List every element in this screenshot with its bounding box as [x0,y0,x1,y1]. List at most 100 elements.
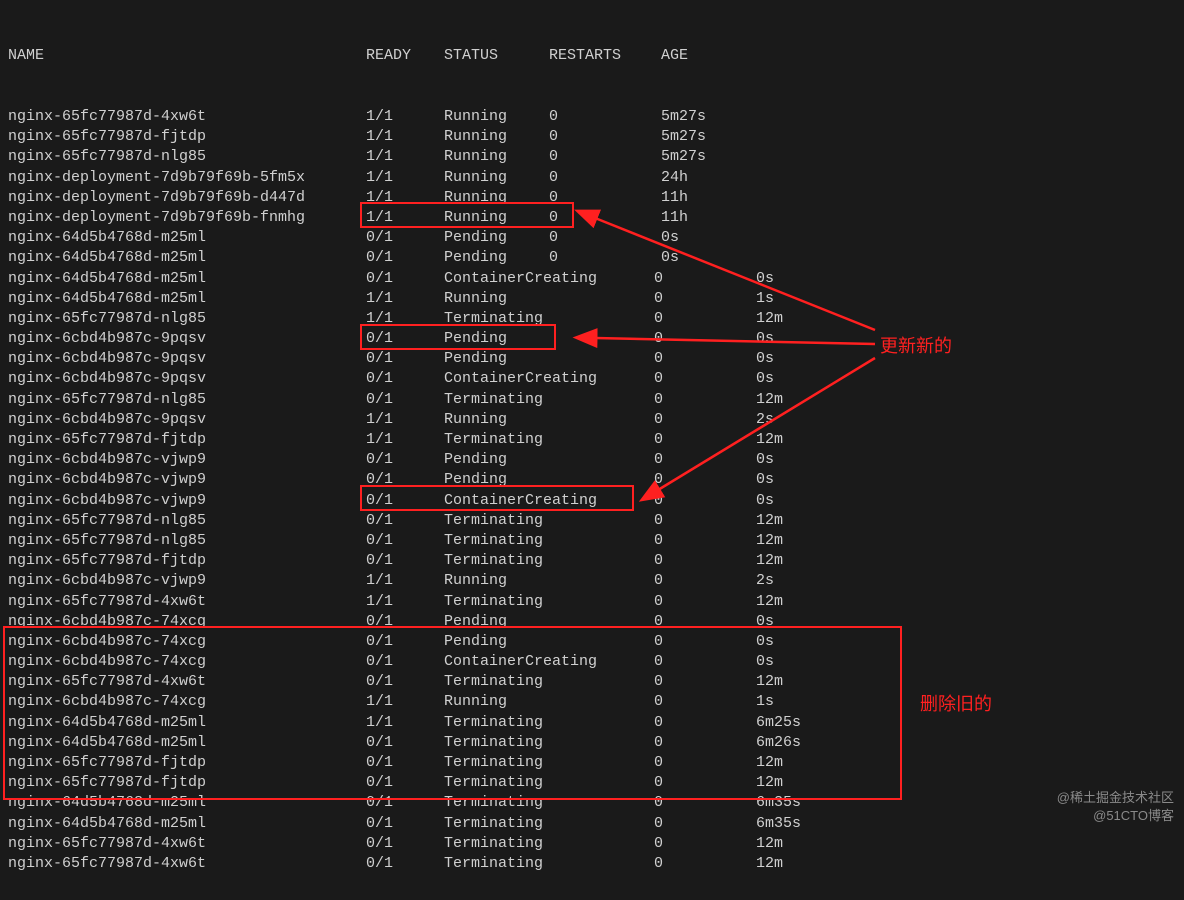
cell-restarts: 0 [654,410,756,430]
cell-status: Terminating [444,834,654,854]
watermark-line1: @稀土掘金技术社区 [1057,789,1174,807]
cell-status: Terminating [444,309,654,329]
cell-age: 6m35s [756,793,856,813]
table-row: nginx-65fc77987d-4xw6t1/1Terminating012m [8,592,1176,612]
cell-status: ContainerCreating [444,369,654,389]
cell-age: 0s [756,329,856,349]
table-row: nginx-deployment-7d9b79f69b-5fm5x1/1Runn… [8,168,1176,188]
cell-name: nginx-65fc77987d-4xw6t [8,107,366,127]
cell-restarts: 0 [654,551,756,571]
cell-age: 0s [756,369,856,389]
cell-age: 2s [756,410,856,430]
table-row: nginx-64d5b4768d-m25ml0/1Terminating06m3… [8,793,1176,813]
cell-status: Running [444,168,549,188]
col-status: STATUS [444,46,549,66]
cell-age: 12m [756,773,856,793]
cell-ready: 0/1 [366,672,444,692]
table-row: nginx-64d5b4768d-m25ml1/1Terminating06m2… [8,713,1176,733]
cell-restarts: 0 [654,733,756,753]
cell-name: nginx-64d5b4768d-m25ml [8,289,366,309]
col-ready: READY [366,46,444,66]
cell-restarts: 0 [654,511,756,531]
cell-name: nginx-6cbd4b987c-vjwp9 [8,470,366,490]
cell-name: nginx-6cbd4b987c-74xcg [8,612,366,632]
cell-restarts: 0 [654,289,756,309]
cell-age: 0s [756,349,856,369]
terminal-output[interactable]: NAME READY STATUS RESTARTS AGE nginx-65f… [0,0,1184,900]
table-row: nginx-65fc77987d-nlg850/1Terminating012m [8,511,1176,531]
cell-status: Pending [444,450,654,470]
table-row: nginx-6cbd4b987c-74xcg0/1ContainerCreati… [8,652,1176,672]
cell-status: Running [444,289,654,309]
cell-name: nginx-64d5b4768d-m25ml [8,248,366,268]
cell-restarts: 0 [549,127,661,147]
table-row: nginx-65fc77987d-nlg851/1Terminating012m [8,309,1176,329]
cell-age: 6m25s [756,713,856,733]
cell-age: 12m [756,834,856,854]
cell-ready: 0/1 [366,329,444,349]
cell-age: 12m [756,511,856,531]
cell-restarts: 0 [654,390,756,410]
cell-restarts: 0 [654,773,756,793]
cell-restarts: 0 [654,632,756,652]
cell-status: Running [444,188,549,208]
cell-name: nginx-6cbd4b987c-74xcg [8,692,366,712]
cell-restarts: 0 [654,531,756,551]
cell-status: Terminating [444,511,654,531]
cell-status: Pending [444,612,654,632]
cell-ready: 0/1 [366,834,444,854]
cell-age: 0s [756,612,856,632]
cell-ready: 0/1 [366,793,444,813]
cell-restarts: 0 [654,672,756,692]
cell-name: nginx-deployment-7d9b79f69b-fnmhg [8,208,366,228]
cell-ready: 1/1 [366,107,444,127]
cell-age: 1s [756,289,856,309]
cell-ready: 0/1 [366,652,444,672]
cell-age: 12m [756,531,856,551]
cell-name: nginx-65fc77987d-fjtdp [8,551,366,571]
cell-age: 0s [756,470,856,490]
cell-status: ContainerCreating [444,652,654,672]
cell-ready: 0/1 [366,854,444,874]
cell-restarts: 0 [549,107,661,127]
cell-status: Terminating [444,551,654,571]
cell-name: nginx-65fc77987d-fjtdp [8,430,366,450]
cell-restarts: 0 [549,147,661,167]
cell-ready: 1/1 [366,692,444,712]
cell-name: nginx-6cbd4b987c-9pqsv [8,329,366,349]
cell-restarts: 0 [654,793,756,813]
cell-restarts: 0 [549,188,661,208]
table-row: nginx-6cbd4b987c-74xcg0/1Pending00s [8,612,1176,632]
cell-age: 12m [756,753,856,773]
cell-age: 12m [756,430,856,450]
annotation-update-new: 更新新的 [880,332,952,358]
cell-ready: 1/1 [366,571,444,591]
table-row: nginx-64d5b4768d-m25ml0/1Terminating06m2… [8,733,1176,753]
table-row: nginx-65fc77987d-fjtdp0/1Terminating012m [8,551,1176,571]
cell-name: nginx-64d5b4768d-m25ml [8,269,366,289]
cell-restarts: 0 [654,430,756,450]
cell-name: nginx-6cbd4b987c-9pqsv [8,410,366,430]
cell-restarts: 0 [654,571,756,591]
cell-status: Running [444,208,549,228]
col-age: AGE [661,46,761,66]
table-row: nginx-64d5b4768d-m25ml0/1Pending00s [8,248,1176,268]
cell-status: Pending [444,632,654,652]
cell-name: nginx-deployment-7d9b79f69b-5fm5x [8,168,366,188]
table-row: nginx-65fc77987d-4xw6t0/1Terminating012m [8,834,1176,854]
cell-ready: 0/1 [366,733,444,753]
table-row: nginx-65fc77987d-4xw6t0/1Terminating012m [8,854,1176,874]
cell-name: nginx-6cbd4b987c-vjwp9 [8,571,366,591]
cell-restarts: 0 [654,692,756,712]
cell-name: nginx-65fc77987d-4xw6t [8,854,366,874]
cell-status: Pending [444,248,549,268]
watermark-line2: @51CTO博客 [1057,807,1174,825]
cell-name: nginx-65fc77987d-4xw6t [8,834,366,854]
cell-status: Pending [444,228,549,248]
cell-status: Running [444,107,549,127]
cell-restarts: 0 [549,228,661,248]
cell-age: 6m26s [756,733,856,753]
cell-status: ContainerCreating [444,491,654,511]
cell-age: 12m [756,854,856,874]
table-row: nginx-65fc77987d-4xw6t0/1Terminating012m [8,672,1176,692]
